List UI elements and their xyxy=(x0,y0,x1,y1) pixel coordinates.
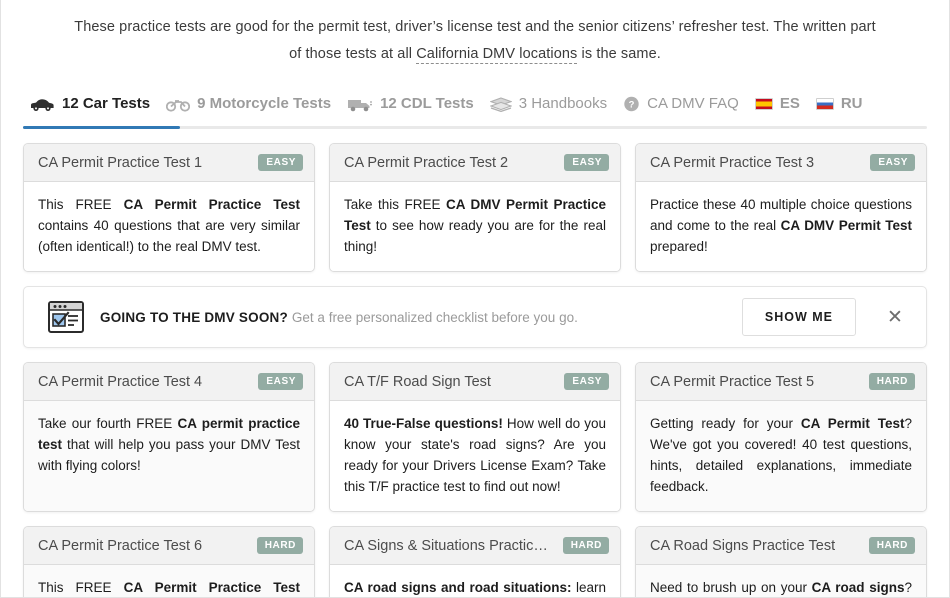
card-description: This FREE CA Permit Practice Test contai… xyxy=(24,565,314,597)
books-icon xyxy=(489,96,513,112)
question-bubble-icon: ? xyxy=(623,96,640,113)
card-title: CA Permit Practice Test 2 xyxy=(344,154,509,171)
card-header: CA T/F Road Sign Test EASY xyxy=(330,363,620,401)
tab-label: ES xyxy=(779,95,800,112)
tab-label: 9 Motorcycle Tests xyxy=(197,95,332,112)
test-card[interactable]: CA Permit Practice Test 4 EASY Take our fo… xyxy=(23,362,315,512)
test-card[interactable]: CA Permit Practice Test 3 EASY Practice th… xyxy=(635,143,927,272)
test-card[interactable]: CA Permit Practice Test 6 HARD This FREE C… xyxy=(23,526,315,597)
card-description: 40 True-False questions! How well do you… xyxy=(330,401,620,511)
card-title: CA Road Signs Practice Test xyxy=(650,537,836,554)
difficulty-badge: HARD xyxy=(868,537,915,554)
test-card-grid-row-2: CA Permit Practice Test 4 EASY Take our fo… xyxy=(1,348,949,512)
tab-label: CA DMV FAQ xyxy=(647,95,739,112)
card-title: CA T/F Road Sign Test xyxy=(344,373,491,390)
card-description: CA road signs and road situations: learn… xyxy=(330,565,620,597)
tab-12-cdl-tests[interactable]: 12 CDL Tests xyxy=(345,94,488,120)
tab-ca-dmv-faq[interactable]: ? CA DMV FAQ xyxy=(621,94,753,120)
promo-text: GOING TO THE DMV SOON? Get a free persona… xyxy=(100,310,726,325)
intro-line-2-after: is the same. xyxy=(577,46,661,62)
difficulty-badge: EASY xyxy=(258,373,303,390)
card-header: CA Permit Practice Test 5 HARD xyxy=(636,363,926,401)
difficulty-badge: EASY xyxy=(564,373,609,390)
card-description: Need to brush up on your CA road signs? … xyxy=(636,565,926,597)
card-header: CA Permit Practice Test 4 EASY xyxy=(24,363,314,401)
intro-line-1: These practice tests are good for the pe… xyxy=(74,19,738,35)
promo-headline: GOING TO THE DMV SOON? xyxy=(100,309,288,325)
motorcycle-icon xyxy=(166,97,191,112)
svg-text:?: ? xyxy=(629,99,635,110)
close-icon[interactable]: ✕ xyxy=(878,300,912,334)
card-header: CA Permit Practice Test 3 EASY xyxy=(636,144,926,182)
card-title: CA Permit Practice Test 1 xyxy=(38,154,203,171)
promo-subtext: Get a free personalized checklist before… xyxy=(291,309,578,325)
difficulty-badge: EASY xyxy=(564,154,609,171)
test-card[interactable]: CA Permit Practice Test 5 HARD Getting rea… xyxy=(635,362,927,512)
card-description: Practice these 40 multiple choice questi… xyxy=(636,182,926,271)
card-title: CA Permit Practice Test 6 xyxy=(38,537,203,554)
card-header: CA Signs & Situations Practice ... HARD xyxy=(330,527,620,565)
card-header: CA Permit Practice Test 2 EASY xyxy=(330,144,620,182)
difficulty-badge: HARD xyxy=(562,537,609,554)
card-description: Take this FREE CA DMV Permit Practice Te… xyxy=(330,182,620,271)
tab-label: 12 Car Tests xyxy=(62,95,151,112)
tab-3-handbooks[interactable]: 3 Handbooks xyxy=(488,94,621,120)
tab-underline-track xyxy=(23,126,927,129)
card-header: CA Permit Practice Test 1 EASY xyxy=(24,144,314,182)
test-card[interactable]: CA Permit Practice Test 1 EASY This FREE C… xyxy=(23,143,315,272)
difficulty-badge: HARD xyxy=(868,373,915,390)
tab-label: 12 CDL Tests xyxy=(380,95,474,112)
card-title: CA Permit Practice Test 5 xyxy=(650,373,815,390)
card-description: Getting ready for your CA Permit Test? W… xyxy=(636,401,926,511)
card-description: Take our fourth FREE CA permit practice … xyxy=(24,401,314,511)
tab-ru[interactable]: RU xyxy=(814,94,877,120)
tab-bar[interactable]: 12 Car Tests 9 Motorcycle Tests 12 CDL Tes… xyxy=(23,94,927,126)
test-card[interactable]: CA Signs & Situations Practice ... HARD CA… xyxy=(329,526,621,597)
test-card-grid-row-3: CA Permit Practice Test 6 HARD This FREE C… xyxy=(1,512,949,597)
tab-bar-wrapper: 12 Car Tests 9 Motorcycle Tests 12 CDL Tes… xyxy=(23,94,927,129)
russia-flag-icon xyxy=(815,98,834,110)
intro-paragraph: These practice tests are good for the pe… xyxy=(1,0,949,74)
difficulty-badge: EASY xyxy=(870,154,915,171)
difficulty-badge: HARD xyxy=(256,537,303,554)
tab-12-car-tests[interactable]: 12 Car Tests xyxy=(23,94,164,120)
california-dmv-locations-link[interactable]: California DMV locations xyxy=(416,46,578,64)
card-title: CA Permit Practice Test 3 xyxy=(650,154,815,171)
card-title: CA Signs & Situations Practice ... xyxy=(344,537,555,554)
show-me-button[interactable]: SHOW ME xyxy=(741,298,856,336)
test-card[interactable]: CA Road Signs Practice Test HARD Need to b… xyxy=(635,526,927,597)
dmv-checklist-promo-banner: GOING TO THE DMV SOON? Get a free persona… xyxy=(23,286,927,348)
test-card-grid-row-1: CA Permit Practice Test 1 EASY This FREE C… xyxy=(1,129,949,272)
tab-es[interactable]: ES xyxy=(753,94,814,120)
checklist-window-icon xyxy=(48,301,84,333)
car-icon xyxy=(29,97,55,112)
tab-9-motorcycle-tests[interactable]: 9 Motorcycle Tests xyxy=(164,94,345,120)
test-card[interactable]: CA Permit Practice Test 2 EASY Take this F… xyxy=(329,143,621,272)
difficulty-badge: EASY xyxy=(258,154,303,171)
card-title: CA Permit Practice Test 4 xyxy=(38,373,203,390)
practice-tests-page: These practice tests are good for the pe… xyxy=(0,0,950,598)
test-card[interactable]: CA T/F Road Sign Test EASY 40 True-False q… xyxy=(329,362,621,512)
spain-flag-icon xyxy=(754,98,773,110)
card-header: CA Road Signs Practice Test HARD xyxy=(636,527,926,565)
tab-label: RU xyxy=(840,95,863,112)
card-description: This FREE CA Permit Practice Test contai… xyxy=(24,182,314,271)
card-header: CA Permit Practice Test 6 HARD xyxy=(24,527,314,565)
tab-label: 3 Handbooks xyxy=(518,95,608,112)
active-tab-indicator xyxy=(23,126,180,129)
truck-icon xyxy=(347,97,373,112)
